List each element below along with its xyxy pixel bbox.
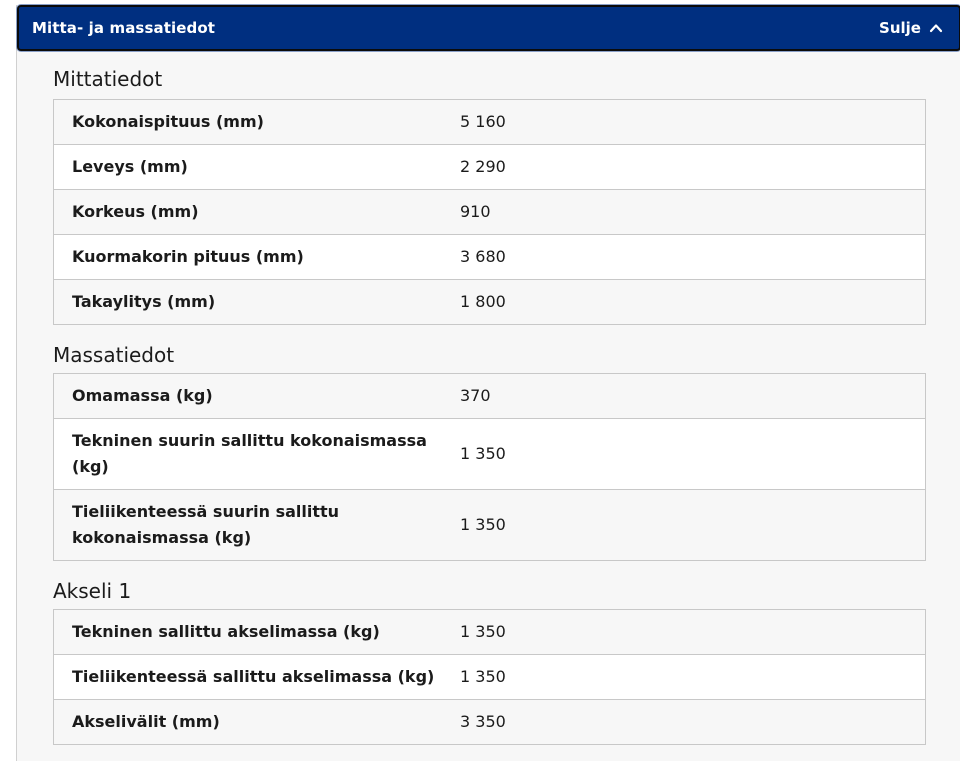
row-label: Tieliikenteessä suurin sallittu kokonais…: [53, 489, 442, 561]
row-value: 2 290: [442, 144, 926, 190]
table-row: Tekninen suurin sallittu kokonaismassa (…: [53, 418, 926, 490]
accordion-title: Mitta- ja massatiedot: [32, 19, 215, 37]
page: Mitta- ja massatiedot Sulje Mittatiedot …: [0, 0, 960, 761]
table-row: Kokonaispituus (mm) 5 160: [53, 99, 926, 145]
table-row: Takaylitys (mm) 1 800: [53, 279, 926, 325]
row-value: 370: [442, 373, 926, 419]
row-label: Omamassa (kg): [53, 373, 442, 419]
row-value: 1 350: [442, 418, 926, 490]
row-value: 1 800: [442, 279, 926, 325]
table-row: Leveys (mm) 2 290: [53, 144, 926, 190]
row-value: 1 350: [442, 609, 926, 655]
row-label: Akselivälit (mm): [53, 699, 442, 745]
table-row: Tekninen sallittu akselimassa (kg) 1 350: [53, 609, 926, 655]
table-row: Korkeus (mm) 910: [53, 189, 926, 235]
row-value: 3 350: [442, 699, 926, 745]
table-mittatiedot: Kokonaispituus (mm) 5 160 Leveys (mm) 2 …: [53, 99, 926, 325]
table-row: Akselivälit (mm) 3 350: [53, 699, 926, 745]
row-value: 910: [442, 189, 926, 235]
row-value: 1 350: [442, 489, 926, 561]
row-label: Kuormakorin pituus (mm): [53, 234, 442, 280]
table-row: Tieliikenteessä suurin sallittu kokonais…: [53, 489, 926, 561]
row-label: Tekninen sallittu akselimassa (kg): [53, 609, 442, 655]
table-row: Omamassa (kg) 370: [53, 373, 926, 419]
accordion-header[interactable]: Mitta- ja massatiedot Sulje: [17, 5, 960, 51]
row-label: Takaylitys (mm): [53, 279, 442, 325]
table-akseli-1: Tekninen sallittu akselimassa (kg) 1 350…: [53, 609, 926, 745]
row-label: Tekninen suurin sallittu kokonaismassa (…: [53, 418, 442, 490]
accordion-body: Mittatiedot Kokonaispituus (mm) 5 160 Le…: [53, 51, 927, 745]
close-toggle-label: Sulje: [879, 19, 921, 37]
row-label: Tieliikenteessä sallittu akselimassa (kg…: [53, 654, 442, 700]
close-toggle-button[interactable]: Sulje: [879, 19, 943, 37]
table-row: Kuormakorin pituus (mm) 3 680: [53, 234, 926, 280]
row-value: 5 160: [442, 99, 926, 145]
chevron-up-icon: [929, 24, 943, 33]
section-title-akseli-1: Akseli 1: [53, 579, 132, 603]
row-value: 1 350: [442, 654, 926, 700]
row-label: Korkeus (mm): [53, 189, 442, 235]
row-label: Kokonaispituus (mm): [53, 99, 442, 145]
table-massatiedot: Omamassa (kg) 370 Tekninen suurin sallit…: [53, 373, 926, 561]
dimensions-accordion: Mitta- ja massatiedot Sulje Mittatiedot …: [16, 5, 960, 761]
row-label: Leveys (mm): [53, 144, 442, 190]
row-value: 3 680: [442, 234, 926, 280]
section-title-massatiedot: Massatiedot: [53, 343, 175, 367]
table-row: Tieliikenteessä sallittu akselimassa (kg…: [53, 654, 926, 700]
left-rail: [0, 0, 16, 761]
section-title-mittatiedot: Mittatiedot: [53, 67, 163, 91]
